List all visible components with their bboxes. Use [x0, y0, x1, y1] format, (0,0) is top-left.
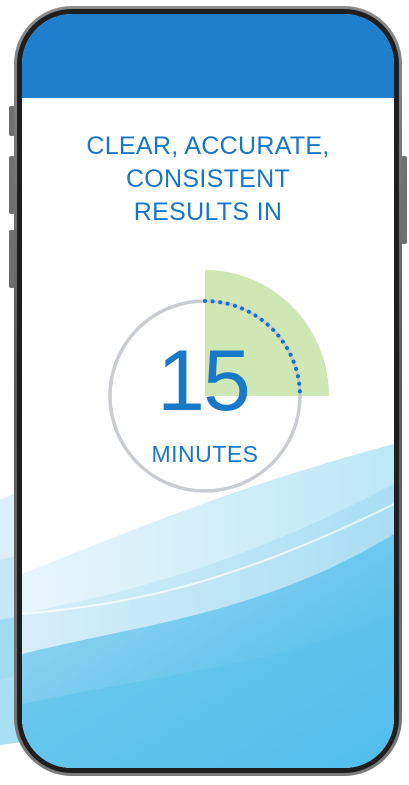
- phone-screen: CLEAR, ACCURATE, CONSISTENT RESULTS IN 1…: [22, 14, 394, 768]
- timer-graphic: 15 MINUTES: [108, 270, 329, 493]
- ad-stage: CLEAR, ACCURATE, CONSISTENT RESULTS IN 1…: [0, 0, 409, 785]
- timer-unit: MINUTES: [152, 441, 259, 467]
- timer-value: 15: [157, 333, 249, 429]
